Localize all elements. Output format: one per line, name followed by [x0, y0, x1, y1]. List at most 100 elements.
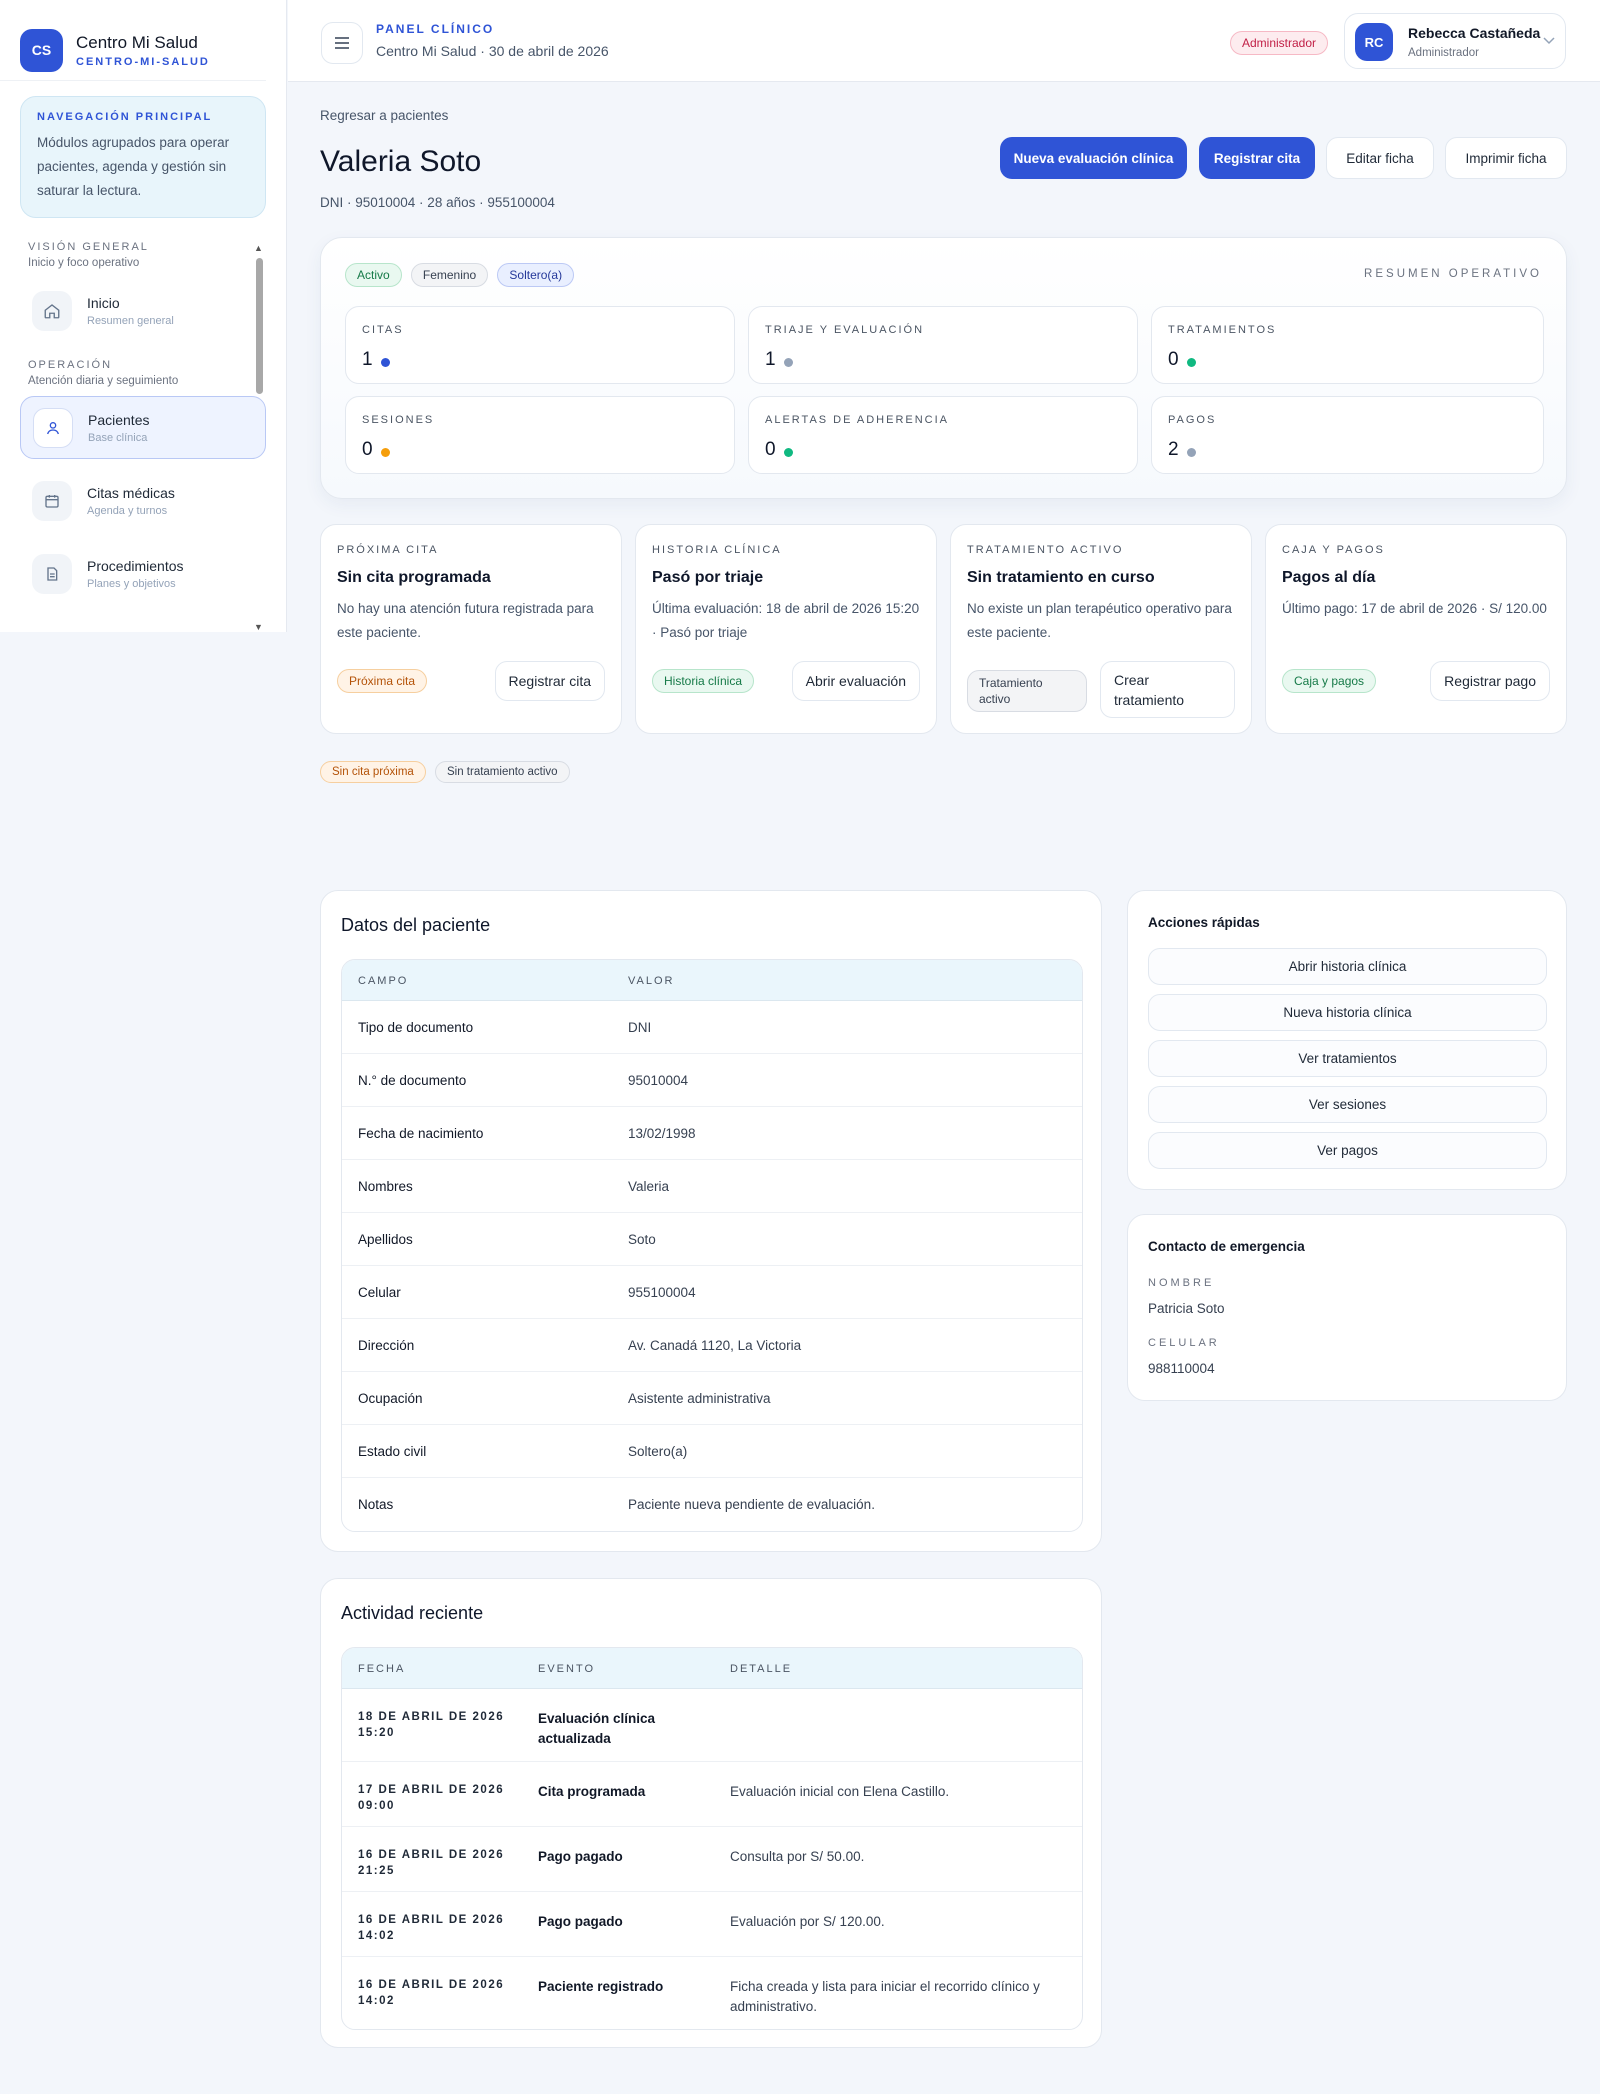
user-name: Rebecca Castañeda [1408, 25, 1541, 41]
user-menu[interactable]: RC Rebecca Castañeda Administrador [1344, 13, 1566, 69]
card-label: HISTORIA CLÍNICA [652, 544, 782, 556]
view-treatments-button[interactable]: Ver tratamientos [1148, 1040, 1547, 1077]
recent-activity-card: Actividad reciente FECHA EVENTO DETALLE … [320, 1578, 1102, 2048]
contact-name: Patricia Soto [1148, 1301, 1225, 1316]
civil-status-badge: Soltero(a) [497, 263, 575, 287]
register-appointment-card-button[interactable]: Registrar cita [494, 661, 605, 701]
stat-sesiones[interactable]: SESIONES 0 [345, 396, 735, 474]
sidebar-item-sub: Planes y objetivos [87, 577, 176, 590]
scroll-down-icon[interactable]: ▼ [254, 622, 263, 632]
status-dot [784, 358, 793, 367]
user-icon [33, 407, 73, 448]
stat-label: TRATAMIENTOS [1168, 324, 1277, 336]
table-header: CAMPO VALOR [342, 960, 1082, 1001]
card-text: No hay una atención futura registrada pa… [337, 601, 594, 640]
table-row: N.° de documento 95010004 [342, 1054, 1082, 1107]
scroll-up-icon[interactable]: ▲ [254, 243, 263, 253]
panel-title: PANEL CLÍNICO [376, 22, 495, 36]
emergency-contact-card: Contacto de emergencia NOMBRE Patricia S… [1127, 1214, 1567, 1401]
nav-info-title: NAVEGACIÓN PRINCIPAL [37, 111, 213, 123]
panel-subtitle: Centro Mi Salud · 30 de abril de 2026 [376, 43, 609, 59]
section-subtitle-vision: Inicio y foco operativo [28, 257, 140, 269]
card-tratamiento-activo: TRATAMIENTO ACTIVO Sin tratamiento en cu… [950, 524, 1252, 734]
activity-date: 18 DE ABRIL DE 2026 15:20 [358, 1711, 505, 1739]
edit-record-button[interactable]: Editar ficha [1326, 137, 1434, 179]
field-value: Soto [628, 1232, 656, 1247]
stat-value: 1 [362, 349, 373, 370]
nav-info-text: Módulos agrupados para operar pacientes,… [37, 135, 230, 198]
activity-detail: Consulta por S/ 50.00. [730, 1849, 865, 1864]
field-value: 95010004 [628, 1073, 689, 1088]
stat-tratamientos[interactable]: TRATAMIENTOS 0 [1151, 306, 1544, 384]
sidebar: CS Centro Mi Salud CENTRO-MI-SALUD NAVEG… [0, 0, 287, 632]
field-name: Estado civil [358, 1444, 427, 1459]
field-name: Notas [358, 1497, 394, 1512]
sidebar-item-pacientes[interactable]: Pacientes Base clínica [20, 396, 266, 459]
activity-event: Pago pagado [538, 1914, 623, 1929]
card-label: TRATAMIENTO ACTIVO [967, 544, 1124, 556]
card-caja-pagos: CAJA Y PAGOS Pagos al día Último pago: 1… [1265, 524, 1567, 734]
stat-value: 0 [1168, 349, 1179, 370]
field-name: N.° de documento [358, 1073, 467, 1088]
stat-citas[interactable]: CITAS 1 [345, 306, 735, 384]
sidebar-scrollbar[interactable] [256, 258, 263, 394]
status-dot [381, 448, 390, 457]
open-clinical-history-button[interactable]: Abrir historia clínica [1148, 948, 1547, 985]
field-name: Fecha de nacimiento [358, 1126, 484, 1141]
document-icon [32, 553, 72, 594]
patient-data-table: CAMPO VALOR Tipo de documento DNI N.° de … [341, 959, 1083, 1532]
column-header: CAMPO [358, 975, 409, 987]
print-record-button[interactable]: Imprimir ficha [1445, 137, 1567, 179]
field-value: Av. Canadá 1120, La Victoria [628, 1338, 802, 1353]
stat-pagos[interactable]: PAGOS 2 [1151, 396, 1544, 474]
status-dot [381, 358, 390, 367]
page-title: Valeria Soto [320, 145, 482, 178]
section-title: Acciones rápidas [1148, 915, 1260, 930]
status-badge: Sin cita próxima [320, 761, 426, 783]
section-title: Contacto de emergencia [1148, 1239, 1305, 1254]
table-row: Nombres Valeria [342, 1160, 1082, 1213]
new-evaluation-button[interactable]: Nueva evaluación clínica [1000, 137, 1187, 179]
sidebar-item-citas[interactable]: Citas médicas Agenda y turnos [20, 469, 266, 532]
field-value: Paciente nueva pendiente de evaluación. [628, 1497, 875, 1512]
stat-value: 0 [362, 439, 373, 460]
view-sessions-button[interactable]: Ver sesiones [1148, 1086, 1547, 1123]
new-clinical-history-button[interactable]: Nueva historia clínica [1148, 994, 1547, 1031]
sidebar-item-label: Pacientes [88, 411, 150, 428]
stat-alertas[interactable]: ALERTAS DE ADHERENCIA 0 [748, 396, 1138, 474]
nav-info-box: NAVEGACIÓN PRINCIPAL Módulos agrupados p… [20, 96, 266, 218]
sidebar-item-procedimientos[interactable]: Procedimientos Planes y objetivos [20, 542, 266, 605]
patient-meta: DNI · 95010004 · 28 años · 955100004 [320, 195, 555, 210]
card-badge: Historia clínica [652, 669, 755, 693]
open-evaluation-button[interactable]: Abrir evaluación [791, 661, 920, 701]
activity-event: Paciente registrado [538, 1979, 664, 1994]
field-value: DNI [628, 1020, 652, 1035]
table-row: Ocupación Asistente administrativa [342, 1372, 1082, 1425]
stat-label: SESIONES [362, 414, 435, 426]
back-link[interactable]: Regresar a pacientes [320, 108, 448, 123]
table-row: Celular 955100004 [342, 1266, 1082, 1319]
card-title: Sin tratamiento en curso [967, 569, 1155, 586]
create-treatment-button[interactable]: Crear tratamiento [1100, 661, 1235, 718]
menu-button[interactable] [321, 22, 363, 64]
activity-date: 17 DE ABRIL DE 2026 09:00 [358, 1784, 505, 1812]
status-dot [1187, 358, 1196, 367]
table-row: 16 DE ABRIL DE 2026 14:02 Paciente regis… [342, 1957, 1082, 2029]
table-row: 17 DE ABRIL DE 2026 09:00 Cita programad… [342, 1762, 1082, 1827]
register-appointment-button[interactable]: Registrar cita [1199, 137, 1315, 179]
view-payments-button[interactable]: Ver pagos [1148, 1132, 1547, 1169]
column-header: DETALLE [730, 1663, 793, 1675]
stat-triaje[interactable]: TRIAJE Y EVALUACIÓN 1 [748, 306, 1138, 384]
brand[interactable]: CS Centro Mi Salud CENTRO-MI-SALUD [0, 0, 266, 81]
activity-detail: Ficha creada y lista para iniciar el rec… [730, 1979, 1040, 2014]
column-header: EVENTO [538, 1663, 596, 1675]
register-payment-button[interactable]: Registrar pago [1430, 661, 1550, 701]
card-text: No existe un plan terapéutico operativo … [967, 601, 1232, 640]
field-value: Valeria [628, 1179, 670, 1194]
sidebar-item-inicio[interactable]: Inicio Resumen general [20, 279, 266, 342]
section-title-operacion: OPERACIÓN [28, 359, 113, 371]
status-badge: Sin tratamiento activo [434, 761, 570, 783]
field-name: Ocupación [358, 1391, 423, 1406]
table-row: Apellidos Soto [342, 1213, 1082, 1266]
field-name: Tipo de documento [358, 1020, 474, 1035]
